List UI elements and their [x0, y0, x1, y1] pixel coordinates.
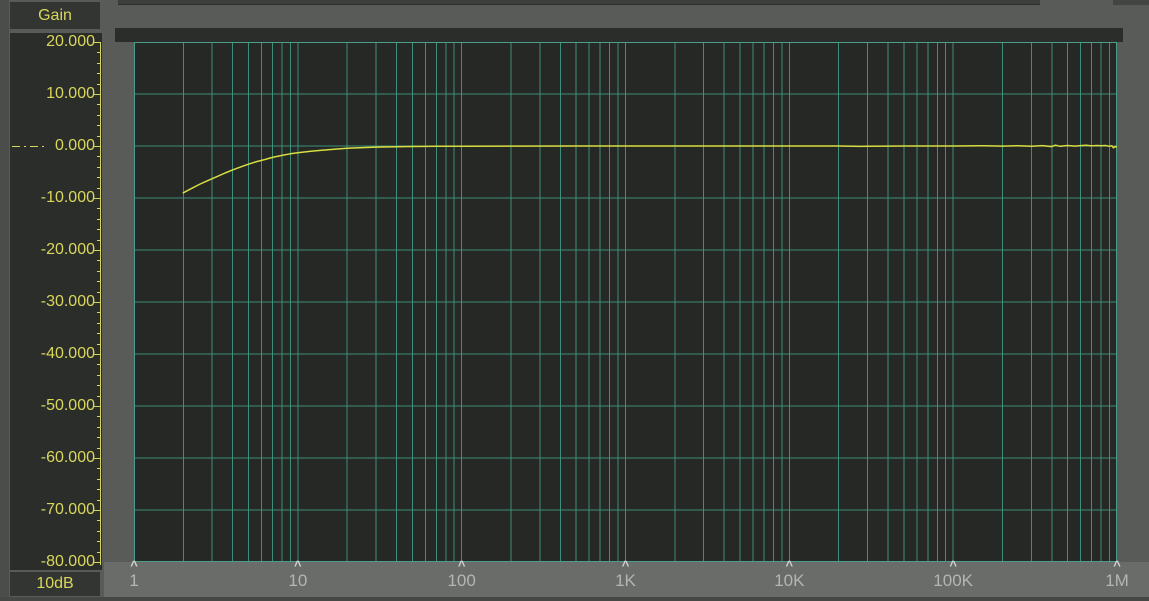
bottom-edge-strip	[0, 597, 1149, 601]
gain-trace	[183, 145, 1117, 193]
left-edge-strip	[0, 0, 9, 601]
db-per-div-label: 10dB	[36, 575, 73, 593]
db-per-div-button[interactable]: 10dB	[10, 572, 100, 596]
plot-area[interactable]	[134, 42, 1117, 562]
y-axis-panel[interactable]	[10, 33, 102, 570]
chart-top-margin	[115, 28, 1123, 42]
top-scrollbar[interactable]	[118, 0, 1040, 5]
grid-and-trace-svg	[134, 42, 1117, 562]
gain-axis-label: Gain	[38, 7, 72, 25]
x-axis-strip	[104, 562, 1149, 598]
gain-axis-button[interactable]: Gain	[10, 2, 100, 29]
top-scrollbar-track[interactable]	[1113, 0, 1149, 5]
